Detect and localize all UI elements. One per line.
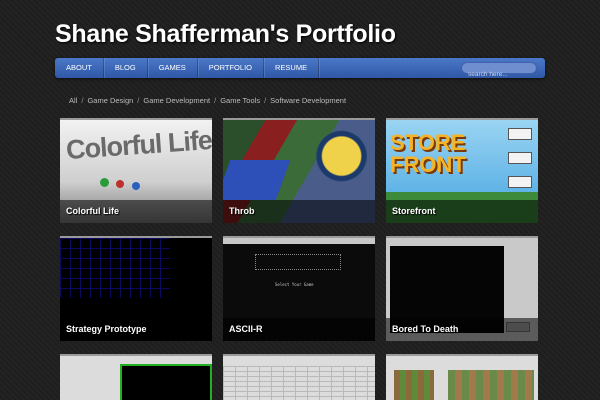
menu-sign-icon — [508, 152, 532, 164]
main-navigation: About Blog Games Portfolio Resume — [55, 58, 545, 80]
nav-resume[interactable]: Resume — [264, 58, 320, 78]
filter-all[interactable]: All — [69, 96, 77, 105]
nav-blog[interactable]: Blog — [104, 58, 148, 78]
portfolio-item-title: Throb — [223, 200, 375, 223]
portfolio-item-colorful-life[interactable]: Colorful Life Colorful Life — [60, 118, 212, 223]
portfolio-item-window-tool[interactable] — [60, 354, 212, 400]
character-icon — [132, 182, 140, 190]
portfolio-item-title: Strategy Prototype — [60, 318, 212, 341]
thumbnail-image — [386, 356, 538, 400]
menu-sign-icon — [508, 176, 532, 188]
hand-shape — [223, 160, 291, 200]
portfolio-item-title: ASCII-R — [223, 318, 375, 341]
window-titlebar — [223, 238, 375, 244]
character-icon — [100, 178, 109, 187]
menu-text: Select Your Game — [275, 282, 314, 287]
display-panel — [120, 364, 212, 400]
nav-portfolio[interactable]: Portfolio — [198, 58, 264, 78]
portfolio-item-title: Storefront — [386, 200, 538, 223]
thumbnail-logo-text: Colorful Life — [65, 124, 212, 166]
nav-about[interactable]: About — [55, 58, 104, 78]
filter-software-development[interactable]: Software Development — [270, 96, 346, 105]
portfolio-item-bored-to-death[interactable]: Bored To Death — [386, 236, 538, 341]
filter-game-tools[interactable]: Game Tools — [220, 96, 260, 105]
map-canvas — [448, 370, 534, 400]
filter-separator: / — [214, 96, 217, 105]
thumbnail-image — [60, 356, 212, 400]
nav-games[interactable]: Games — [148, 58, 198, 78]
table-grid — [223, 366, 375, 400]
portfolio-item-editor-tool[interactable] — [223, 354, 375, 400]
filter-separator: / — [137, 96, 140, 105]
filter-game-design[interactable]: Game Design — [87, 96, 133, 105]
search-input[interactable] — [462, 69, 536, 80]
character-icon — [116, 180, 124, 188]
tile-palette — [394, 370, 434, 400]
search-box — [461, 62, 537, 80]
portfolio-filter-bar: All / Game Design / Game Development / Game To… — [69, 96, 346, 105]
portfolio-item-title: Bored To Death — [386, 318, 538, 341]
grid-map — [60, 238, 170, 298]
portfolio-item-throb[interactable]: Throb — [223, 118, 375, 223]
portfolio-item-ascii-r[interactable]: Select Your Game ASCII-R — [223, 236, 375, 341]
portfolio-item-tile-editor[interactable] — [386, 354, 538, 400]
thumbnail-logo-text: STORE FRONT — [390, 130, 466, 177]
filter-game-development[interactable]: Game Development — [143, 96, 210, 105]
portfolio-item-storefront[interactable]: STORE FRONT Storefront — [386, 118, 538, 223]
ascii-logo — [255, 254, 341, 270]
thumbnail-image — [223, 356, 375, 400]
filter-separator: / — [81, 96, 84, 105]
filter-separator: / — [264, 96, 267, 105]
portfolio-item-strategy-prototype[interactable]: Strategy Prototype — [60, 236, 212, 341]
portfolio-item-title: Colorful Life — [60, 200, 212, 223]
site-title[interactable]: Shane Shafferman's Portfolio — [55, 20, 396, 49]
menu-sign-icon — [508, 128, 532, 140]
